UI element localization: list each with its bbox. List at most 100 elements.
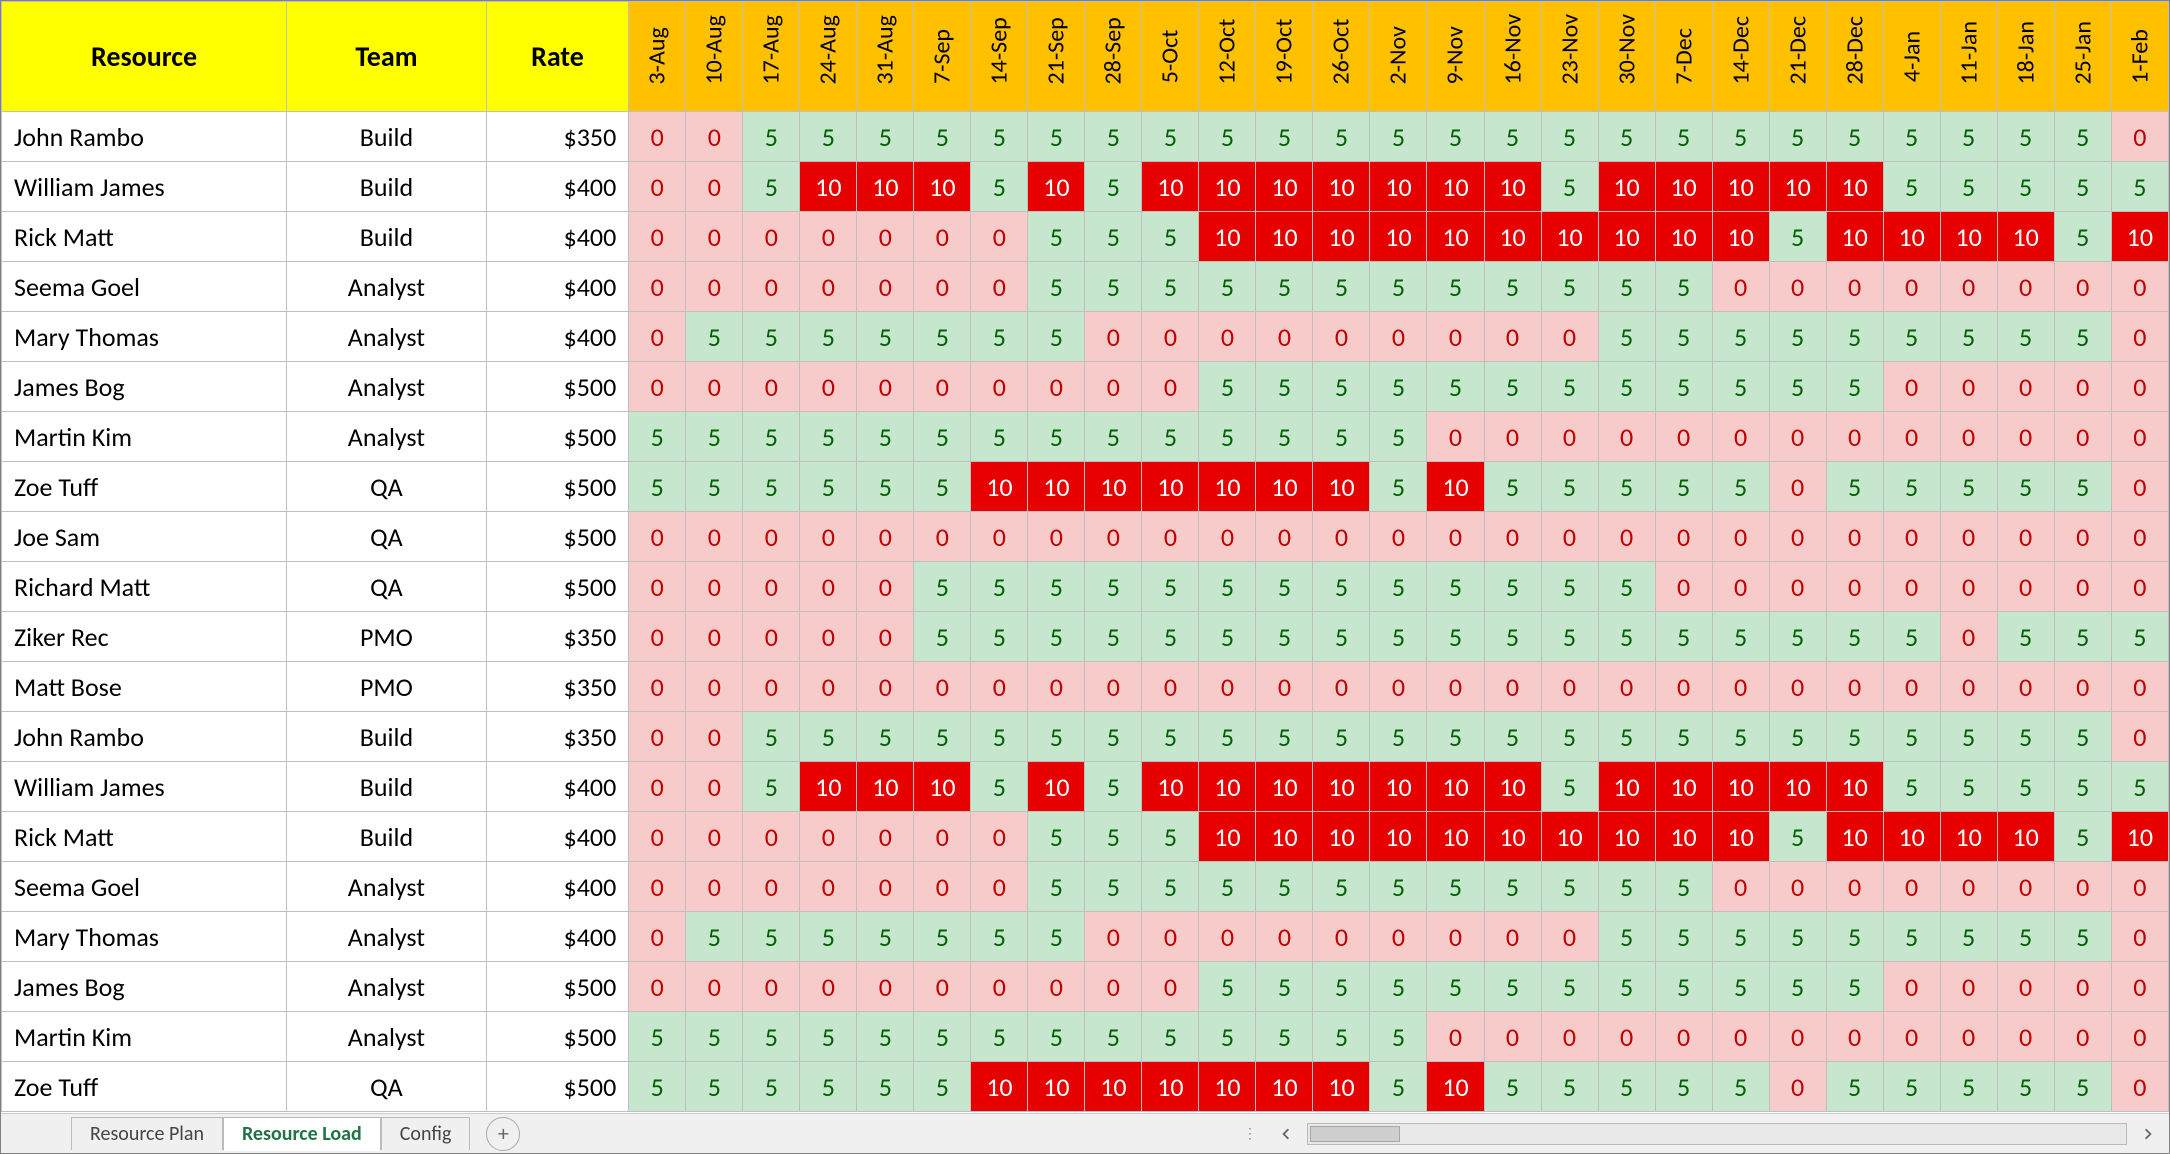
scroll-left-button[interactable] xyxy=(1273,1121,1299,1147)
header-date[interactable]: 31-Aug xyxy=(857,2,914,112)
load-cell[interactable]: 5 xyxy=(1142,712,1199,762)
team-cell[interactable]: Build xyxy=(287,712,487,762)
load-cell[interactable]: 5 xyxy=(1712,612,1769,662)
rate-cell[interactable]: $400 xyxy=(486,812,629,862)
load-cell[interactable]: 0 xyxy=(857,562,914,612)
sheet-tab[interactable]: Config xyxy=(381,1117,471,1150)
header-date[interactable]: 17-Aug xyxy=(743,2,800,112)
resource-name-cell[interactable]: Zoe Tuff xyxy=(2,462,287,512)
load-cell[interactable]: 0 xyxy=(1085,662,1142,712)
load-cell[interactable]: 0 xyxy=(1769,412,1826,462)
load-cell[interactable]: 0 xyxy=(1769,1012,1826,1062)
load-cell[interactable]: 5 xyxy=(1028,262,1085,312)
resource-name-cell[interactable]: Seema Goel xyxy=(2,862,287,912)
load-cell[interactable]: 5 xyxy=(1370,412,1427,462)
load-cell[interactable]: 10 xyxy=(1427,212,1484,262)
load-cell[interactable]: 0 xyxy=(1142,312,1199,362)
load-cell[interactable]: 5 xyxy=(1826,1062,1883,1112)
load-cell[interactable]: 0 xyxy=(1997,412,2054,462)
load-cell[interactable]: 0 xyxy=(1541,662,1598,712)
load-cell[interactable]: 5 xyxy=(1313,712,1370,762)
header-date[interactable]: 23-Nov xyxy=(1541,2,1598,112)
load-cell[interactable]: 5 xyxy=(1940,312,1997,362)
load-cell[interactable]: 5 xyxy=(800,412,857,462)
load-cell[interactable]: 0 xyxy=(1484,912,1541,962)
load-cell[interactable]: 5 xyxy=(1256,612,1313,662)
load-cell[interactable]: 0 xyxy=(1142,962,1199,1012)
load-cell[interactable]: 5 xyxy=(1712,712,1769,762)
load-cell[interactable]: 5 xyxy=(1826,912,1883,962)
load-cell[interactable]: 0 xyxy=(1940,262,1997,312)
load-cell[interactable]: 5 xyxy=(1826,362,1883,412)
load-cell[interactable]: 5 xyxy=(1769,812,1826,862)
load-cell[interactable]: 5 xyxy=(1712,112,1769,162)
header-date[interactable]: 18-Jan xyxy=(1997,2,2054,112)
load-cell[interactable]: 10 xyxy=(1028,1062,1085,1112)
load-cell[interactable]: 5 xyxy=(1997,762,2054,812)
load-cell[interactable]: 0 xyxy=(2111,362,2168,412)
load-cell[interactable]: 0 xyxy=(1484,1012,1541,1062)
load-cell[interactable]: 5 xyxy=(743,1012,800,1062)
header-date[interactable]: 21-Dec xyxy=(1769,2,1826,112)
load-cell[interactable]: 5 xyxy=(1199,862,1256,912)
load-cell[interactable]: 5 xyxy=(1655,612,1712,662)
load-cell[interactable]: 10 xyxy=(1427,1062,1484,1112)
load-cell[interactable]: 5 xyxy=(1598,312,1655,362)
load-cell[interactable]: 0 xyxy=(1712,1012,1769,1062)
load-cell[interactable]: 0 xyxy=(686,962,743,1012)
load-cell[interactable]: 0 xyxy=(1997,962,2054,1012)
load-cell[interactable]: 0 xyxy=(1883,962,1940,1012)
load-cell[interactable]: 10 xyxy=(1142,162,1199,212)
load-cell[interactable]: 5 xyxy=(1484,862,1541,912)
load-cell[interactable]: 5 xyxy=(1199,262,1256,312)
load-cell[interactable]: 10 xyxy=(1313,162,1370,212)
load-cell[interactable]: 0 xyxy=(800,862,857,912)
load-cell[interactable]: 5 xyxy=(629,1062,686,1112)
load-cell[interactable]: 5 xyxy=(629,412,686,462)
load-cell[interactable]: 0 xyxy=(2111,962,2168,1012)
load-cell[interactable]: 5 xyxy=(971,712,1028,762)
load-cell[interactable]: 10 xyxy=(1256,762,1313,812)
load-cell[interactable]: 10 xyxy=(1541,812,1598,862)
load-cell[interactable]: 5 xyxy=(1598,612,1655,662)
load-cell[interactable]: 10 xyxy=(1541,212,1598,262)
load-cell[interactable]: 5 xyxy=(1598,362,1655,412)
load-cell[interactable]: 5 xyxy=(1028,112,1085,162)
load-cell[interactable]: 5 xyxy=(1484,112,1541,162)
load-cell[interactable]: 0 xyxy=(2054,862,2111,912)
load-cell[interactable]: 0 xyxy=(1883,662,1940,712)
load-cell[interactable]: 0 xyxy=(743,962,800,1012)
load-cell[interactable]: 0 xyxy=(1997,1012,2054,1062)
load-cell[interactable]: 5 xyxy=(1997,912,2054,962)
rate-cell[interactable]: $350 xyxy=(486,662,629,712)
load-cell[interactable]: 5 xyxy=(914,912,971,962)
header-date[interactable]: 14-Dec xyxy=(1712,2,1769,112)
load-cell[interactable]: 10 xyxy=(800,762,857,812)
load-cell[interactable]: 5 xyxy=(1199,962,1256,1012)
header-rate[interactable]: Rate xyxy=(486,2,629,112)
load-cell[interactable]: 0 xyxy=(800,962,857,1012)
load-cell[interactable]: 5 xyxy=(1370,1062,1427,1112)
load-cell[interactable]: 5 xyxy=(1199,1012,1256,1062)
load-cell[interactable]: 5 xyxy=(1370,862,1427,912)
load-cell[interactable]: 0 xyxy=(1712,662,1769,712)
load-cell[interactable]: 10 xyxy=(1199,462,1256,512)
load-cell[interactable]: 5 xyxy=(1541,262,1598,312)
load-cell[interactable]: 5 xyxy=(1427,712,1484,762)
load-cell[interactable]: 5 xyxy=(1427,612,1484,662)
load-cell[interactable]: 0 xyxy=(686,162,743,212)
load-cell[interactable]: 5 xyxy=(1313,362,1370,412)
load-cell[interactable]: 10 xyxy=(2111,212,2168,262)
load-cell[interactable]: 10 xyxy=(1427,762,1484,812)
splitter-handle[interactable]: ⋮ xyxy=(1237,1125,1265,1142)
load-cell[interactable]: 5 xyxy=(857,1012,914,1062)
load-cell[interactable]: 5 xyxy=(1313,562,1370,612)
load-cell[interactable]: 5 xyxy=(2111,762,2168,812)
header-date[interactable]: 11-Jan xyxy=(1940,2,1997,112)
load-cell[interactable]: 0 xyxy=(686,862,743,912)
load-cell[interactable]: 0 xyxy=(2111,912,2168,962)
load-cell[interactable]: 0 xyxy=(1541,912,1598,962)
load-cell[interactable]: 5 xyxy=(2054,162,2111,212)
load-cell[interactable]: 0 xyxy=(743,512,800,562)
load-cell[interactable]: 5 xyxy=(857,412,914,462)
